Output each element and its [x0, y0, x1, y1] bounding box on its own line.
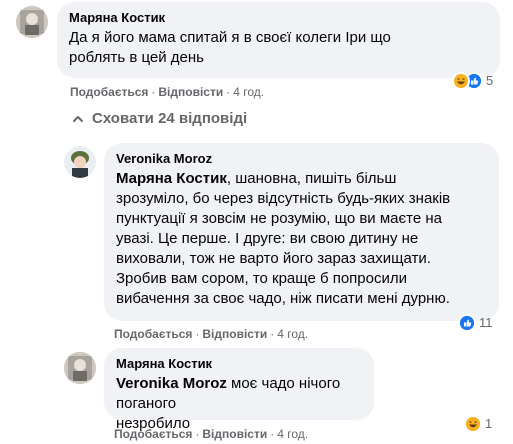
- comment-author[interactable]: Маряна Костик: [116, 356, 362, 372]
- comment-actions: Подобається · Відповісти · 4 год.: [114, 327, 309, 341]
- chevron-up-icon: [73, 115, 83, 122]
- mention-link[interactable]: Veronika Moroz: [116, 375, 227, 392]
- comment-time[interactable]: 4 год.: [277, 327, 308, 341]
- comment-author[interactable]: Veronika Moroz: [116, 151, 487, 167]
- comment-text: Маряна Костик, шановна, пишіть більш зро…: [116, 170, 451, 307]
- reaction-count: 11: [479, 315, 493, 330]
- reactions[interactable]: 1: [464, 413, 492, 435]
- comment-time[interactable]: 4 год.: [233, 85, 264, 99]
- like-icon: [458, 314, 476, 332]
- comment-actions: Подобається · Відповісти · 4 год.: [114, 427, 309, 441]
- comment-text: Да я його мама спитай я в своєї колеги І…: [69, 29, 391, 66]
- comment-time[interactable]: 4 год.: [277, 427, 308, 441]
- comment-bubble: Маряна Костик Да я його мама спитай я в …: [57, 2, 500, 78]
- like-button[interactable]: Подобається: [114, 327, 192, 341]
- like-button[interactable]: Подобається: [114, 427, 192, 441]
- hide-replies-button[interactable]: Сховати 24 відповіді: [72, 110, 247, 127]
- reactions[interactable]: 11: [458, 312, 493, 334]
- comment-bubble: Маряна Костик Veronika Moroz моє чадо ні…: [104, 348, 374, 432]
- reaction-count: 5: [486, 73, 494, 88]
- avatar[interactable]: [16, 6, 48, 38]
- avatar[interactable]: [64, 352, 96, 384]
- mention-link[interactable]: Маряна Костик: [116, 170, 227, 187]
- reaction-count: 1: [485, 416, 493, 431]
- hide-replies-label: Сховати 24 відповіді: [92, 110, 248, 127]
- reply-button[interactable]: Відповісти: [202, 427, 267, 441]
- comment-bubble: Veronika Moroz Маряна Костик, шановна, п…: [104, 143, 499, 321]
- reply-button[interactable]: Відповісти: [158, 85, 223, 99]
- avatar[interactable]: [64, 146, 96, 178]
- comment-author[interactable]: Маряна Костик: [69, 10, 488, 26]
- reactions[interactable]: 5: [452, 70, 493, 92]
- comment-actions: Подобається · Відповісти · 4 год.: [70, 85, 265, 99]
- comment-text: Veronika Moroz моє чадо нічого поганого …: [116, 375, 341, 432]
- comment-thread: Маряна Костик Да я його мама спитай я в …: [0, 0, 513, 444]
- reply-button[interactable]: Відповісти: [202, 327, 267, 341]
- haha-icon: [464, 415, 482, 433]
- like-button[interactable]: Подобається: [70, 85, 148, 99]
- haha-icon: [452, 72, 470, 90]
